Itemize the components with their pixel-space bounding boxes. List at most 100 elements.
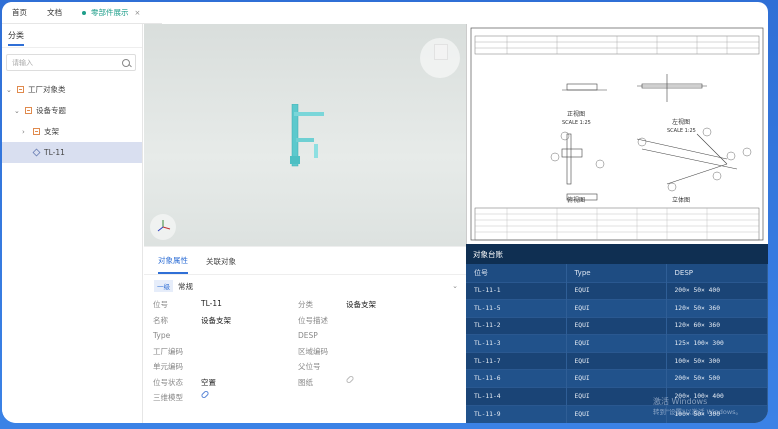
tab-object-properties[interactable]: 对象属性 — [158, 247, 188, 274]
property-row: 名称 设备支架 位号描述 — [153, 313, 466, 329]
property-label: Type — [153, 331, 171, 341]
table-row[interactable]: TL-11-1 EQUI 200× 50× 400 — [466, 281, 768, 300]
windows-activation-watermark: 激活 Windows 转到"设置"以激活 Windows。 — [653, 397, 742, 417]
table-cell: 120× 60× 360 — [666, 316, 768, 335]
link-icon[interactable] — [345, 374, 355, 384]
part-model[interactable] — [290, 104, 330, 204]
drawing-view-label: 左视图 — [672, 118, 690, 126]
property-row: 位号状态 空置 图纸 — [153, 374, 466, 391]
table-cell: TL-11-9 — [466, 404, 567, 423]
property-label: 位号状态 — [153, 377, 183, 387]
search-icon[interactable] — [122, 58, 130, 67]
property-label: 图纸 — [298, 377, 313, 387]
tab-bar: 首页 文档 零部件展示 × — [2, 2, 162, 24]
watermark-line: 激活 Windows — [653, 397, 708, 406]
sidebar: 分类 请输入 ⌄ 工厂对象类 ⌄ 设备专题 › 支架 TL-11 — [2, 24, 143, 423]
table-row[interactable]: TL-11-7 EQUI 100× 50× 300 — [466, 351, 768, 370]
table-row[interactable]: TL-11-5 EQUI 120× 50× 360 — [466, 299, 768, 318]
chevron-right-icon[interactable]: › — [22, 128, 30, 136]
drawing-scale-label: SCALE 1:25 — [667, 128, 696, 134]
property-label: 单元编码 — [153, 362, 183, 372]
group-badge: 一级 — [154, 280, 173, 292]
tab-parts-display[interactable]: 零部件展示 × — [72, 2, 150, 24]
table-row[interactable]: TL-11-6 EQUI 200× 50× 500 — [466, 369, 768, 388]
property-label: 位号 — [153, 300, 168, 310]
active-dot-icon — [82, 10, 86, 15]
folder-icon — [33, 128, 40, 135]
close-icon[interactable]: × — [135, 9, 141, 17]
column-header[interactable]: DESP — [666, 264, 768, 282]
table-cell: EQUI — [566, 369, 667, 388]
table-cell: TL-11-5 — [466, 299, 567, 318]
table-cell: TL-11-6 — [466, 369, 567, 388]
table-cell: EQUI — [566, 316, 667, 335]
3d-viewport[interactable] — [144, 24, 466, 246]
table-row[interactable]: TL-11-2 EQUI 120× 60× 360 — [466, 316, 768, 335]
tab-documents[interactable]: 文档 — [37, 2, 72, 24]
table-cell: EQUI — [566, 387, 667, 406]
property-row: 位号 TL-11 分类 设备支架 — [153, 297, 466, 313]
property-grid: 位号 TL-11 分类 设备支架 名称 设备支架 位号描述 Type DESP 工厂编… — [144, 297, 466, 406]
property-row: 工厂编码 区域编码 — [153, 344, 466, 360]
tree-item-tl-11[interactable]: TL-11 — [2, 142, 142, 163]
table-row[interactable]: TL-11-3 EQUI 125× 100× 300 — [466, 334, 768, 353]
table-cell: 120× 50× 360 — [666, 299, 768, 318]
axis-gizmo-icon — [150, 214, 176, 240]
chevron-down-icon[interactable]: ⌄ — [6, 86, 14, 94]
property-label: 位号描述 — [298, 315, 328, 325]
cube-icon — [32, 148, 41, 157]
property-label: 工厂编码 — [153, 346, 183, 356]
column-header[interactable]: 位号 — [466, 264, 567, 282]
property-row: 单元编码 父位号 — [153, 359, 466, 375]
property-group-header[interactable]: 一级 常规 ⌄ — [144, 275, 466, 297]
chevron-down-icon[interactable]: ⌄ — [14, 107, 22, 115]
property-value: TL-11 — [201, 299, 222, 309]
drawing-scale-label: SCALE 1:25 — [562, 120, 591, 126]
tree-item-bracket[interactable]: › 支架 — [2, 121, 142, 142]
tab-related-objects[interactable]: 关联对象 — [206, 248, 236, 273]
property-row: 三维模型 — [153, 390, 466, 406]
table-cell: 200× 50× 400 — [666, 281, 768, 300]
property-label: 分类 — [298, 300, 313, 310]
tree-item-label: 工厂对象类 — [28, 85, 66, 94]
view-cube-icon[interactable] — [420, 38, 460, 78]
property-label: 父位号 — [298, 362, 321, 372]
property-label: 名称 — [153, 315, 168, 325]
chevron-down-icon[interactable]: ⌄ — [452, 282, 458, 290]
table-cell: EQUI — [566, 404, 667, 423]
search-input[interactable]: 请输入 — [6, 54, 136, 71]
table-cell: 100× 50× 300 — [666, 351, 768, 370]
table-cell: 200× 50× 500 — [666, 369, 768, 388]
sidebar-title[interactable]: 分类 — [8, 25, 24, 46]
engineering-drawing[interactable]: 正视图 左视图 俯视图 立体图 SCALE 1:25 SCALE 1:25 — [466, 24, 768, 244]
watermark-line: 转到"设置"以激活 Windows。 — [653, 408, 743, 416]
property-value: 设备支架 — [201, 315, 231, 325]
folder-icon — [17, 86, 24, 93]
tree-item-equipment[interactable]: ⌄ 设备专题 — [2, 100, 142, 121]
drawing-view-label: 俯视图 — [567, 196, 585, 204]
table-cell: TL-11-3 — [466, 334, 567, 353]
table-cell: EQUI — [566, 334, 667, 353]
table-cell: 125× 100× 300 — [666, 334, 768, 353]
tab-home-label: 首页 — [12, 8, 27, 17]
table-cell: EQUI — [566, 281, 667, 300]
tree-item-label: 支架 — [44, 127, 59, 136]
tree-item-label: TL-11 — [44, 148, 65, 157]
table-cell: EQUI — [566, 351, 667, 370]
app-window: 首页 文档 零部件展示 × 分类 请输入 ⌄ 工厂对象类 ⌄ 设备专题 › 支架 — [2, 2, 768, 423]
property-tabs: 对象属性 关联对象 — [144, 247, 466, 275]
folder-icon — [25, 107, 32, 114]
table-cell: TL-11-2 — [466, 316, 567, 335]
link-icon[interactable] — [200, 390, 210, 400]
tab-home[interactable]: 首页 — [2, 2, 37, 24]
property-value: 空置 — [201, 377, 216, 387]
drawing-view-label: 立体图 — [672, 196, 690, 204]
tab-parts-display-label: 零部件展示 — [91, 8, 129, 17]
group-label: 常规 — [178, 281, 193, 291]
tab-documents-label: 文档 — [47, 8, 62, 17]
tree-item-factory-objects[interactable]: ⌄ 工厂对象类 — [2, 79, 142, 100]
table-cell: TL-11-4 — [466, 387, 567, 406]
property-value: 设备支架 — [346, 300, 376, 310]
property-label: DESP — [298, 331, 318, 341]
column-header[interactable]: Type — [566, 264, 667, 282]
